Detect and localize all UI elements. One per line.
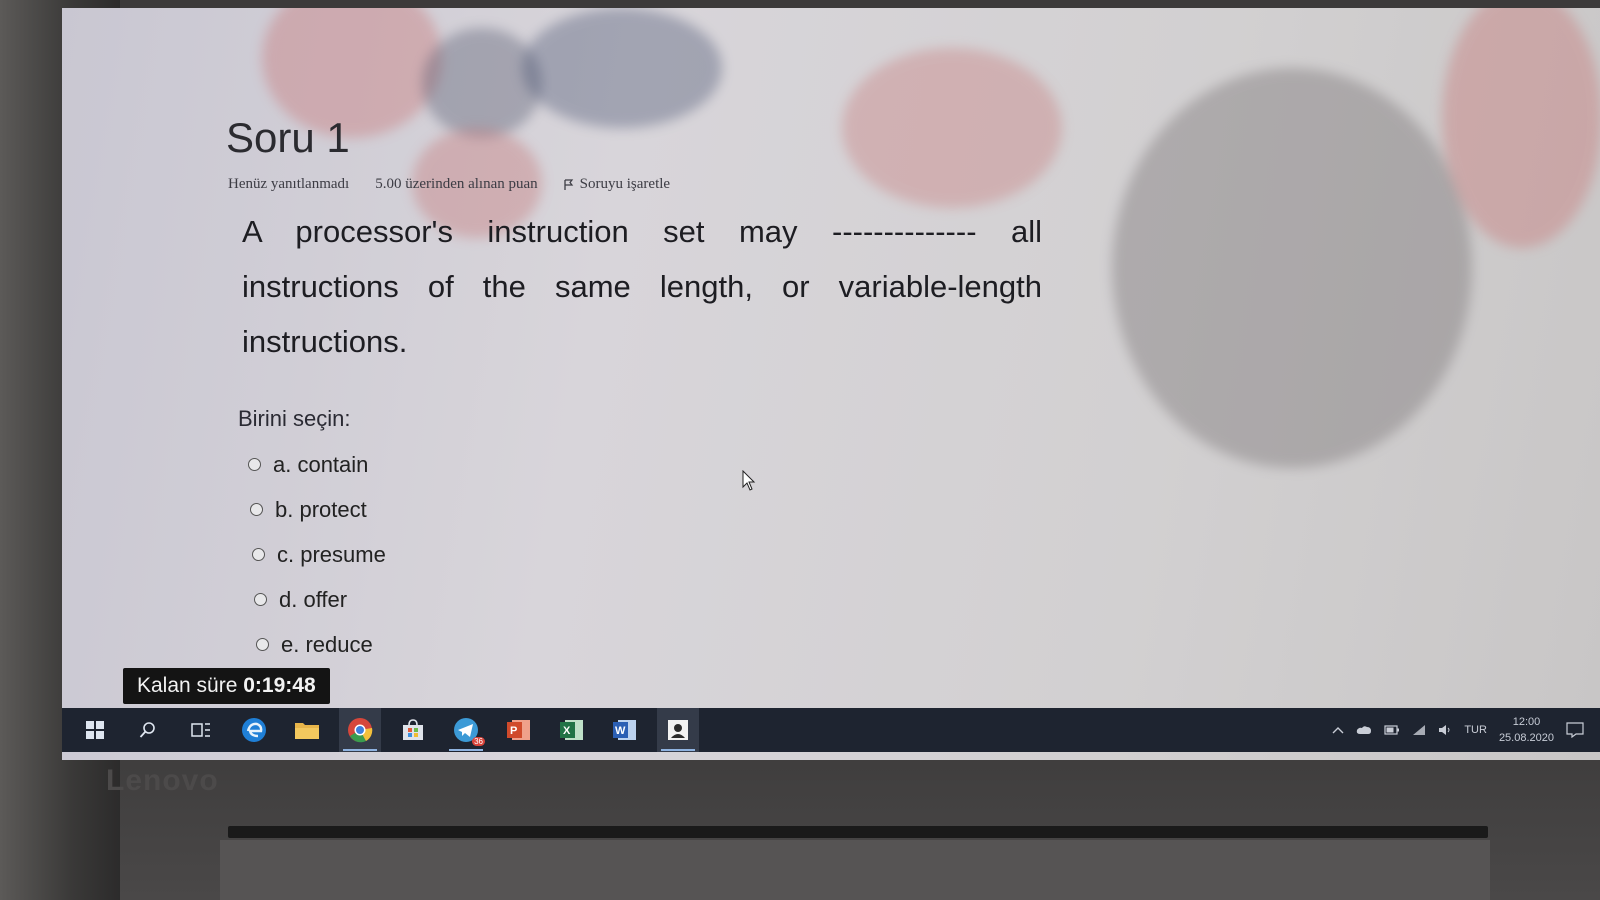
answer-options: a. contain b. protect c. presume d. offe…	[248, 442, 386, 667]
option-b-radio[interactable]	[250, 503, 263, 516]
task-view-icon	[191, 723, 210, 737]
contacts-app-button[interactable]	[657, 708, 699, 752]
flag-question-label: Soruyu işaretle	[579, 176, 671, 192]
svg-text:W: W	[615, 725, 626, 737]
store-button[interactable]	[392, 708, 434, 752]
screen: Soru 1 Henüz yanıtlanmadı 5.00 üzerinden…	[62, 8, 1600, 760]
edge-icon	[242, 718, 266, 742]
flag-question-link[interactable]: Soruyu işaretle	[564, 176, 670, 193]
option-a[interactable]: a. contain	[248, 442, 386, 487]
excel-button[interactable]: X	[551, 708, 593, 752]
file-explorer-button[interactable]	[286, 708, 328, 752]
option-c-label: c. presume	[277, 541, 386, 567]
volume-icon[interactable]	[1438, 724, 1452, 736]
flag-icon	[564, 178, 573, 190]
option-d[interactable]: d. offer	[254, 577, 386, 622]
chevron-up-icon[interactable]	[1332, 726, 1344, 734]
word-button[interactable]: W	[604, 708, 646, 752]
telegram-button[interactable]: 36	[445, 708, 487, 752]
option-c-radio[interactable]	[252, 548, 265, 561]
battery-icon[interactable]	[1384, 725, 1400, 735]
chrome-icon	[348, 718, 373, 743]
remaining-time: Kalan süre 0:19:48	[123, 668, 330, 704]
wifi-icon[interactable]	[1412, 724, 1426, 736]
excel-icon: X	[560, 720, 583, 740]
question-info: Henüz yanıtlanmadı 5.00 üzerinden alınan…	[228, 176, 670, 193]
option-d-label: d. offer	[279, 586, 348, 612]
svg-text:X: X	[563, 725, 571, 737]
answer-status: Henüz yanıtlanmadı	[228, 176, 350, 192]
option-a-radio[interactable]	[248, 458, 261, 471]
option-c[interactable]: c. presume	[252, 532, 386, 577]
timer-label: Kalan süre	[137, 674, 238, 697]
svg-text:P: P	[510, 725, 517, 737]
clock-date: 25.08.2020	[1498, 732, 1554, 744]
option-b[interactable]: b. protect	[250, 487, 386, 532]
timer-value: 0:19:48	[243, 674, 316, 697]
word-icon: W	[613, 720, 636, 740]
quiz-question: Soru 1 Henüz yanıtlanmadı 5.00 üzerinden…	[62, 8, 1600, 704]
clock-time: 12:00	[1512, 716, 1541, 728]
telegram-badge: 36	[472, 737, 485, 746]
edge-button[interactable]	[233, 708, 275, 752]
laptop-hinge	[228, 826, 1488, 838]
contacts-app-icon	[668, 720, 688, 740]
start-button[interactable]	[74, 708, 116, 752]
system-tray: TUR 12:00 25.08.2020	[1332, 708, 1584, 752]
option-b-label: b. protect	[275, 496, 367, 522]
laptop-base	[220, 840, 1490, 900]
notification-center-icon[interactable]	[1566, 722, 1584, 738]
powerpoint-icon: P	[507, 720, 530, 740]
search-button[interactable]	[127, 708, 169, 752]
option-d-radio[interactable]	[254, 593, 267, 606]
folder-icon	[295, 723, 319, 739]
question-points: 5.00 üzerinden alınan puan	[375, 176, 538, 192]
option-e-label: e. reduce	[281, 631, 373, 657]
windows-taskbar: 36 P X W TUR 12:00 25.08.2020	[62, 708, 1600, 752]
clock[interactable]: 12:00 25.08.2020	[1499, 714, 1554, 746]
store-icon	[403, 719, 423, 740]
search-icon	[139, 722, 155, 738]
keyboard-language[interactable]: TUR	[1464, 724, 1487, 736]
cloud-icon[interactable]	[1356, 725, 1372, 735]
question-title: Soru 1	[226, 114, 350, 161]
powerpoint-button[interactable]: P	[498, 708, 540, 752]
question-text: A processor's instruction set may ------…	[242, 214, 1042, 359]
option-e[interactable]: e. reduce	[256, 622, 386, 667]
windows-start-icon	[86, 721, 104, 739]
option-e-radio[interactable]	[256, 638, 269, 651]
answer-prompt: Birini seçin:	[238, 406, 351, 431]
chrome-button[interactable]	[339, 708, 381, 752]
task-view-button[interactable]	[180, 708, 222, 752]
lenovo-logo: Lenovo	[106, 764, 219, 797]
mouse-cursor-icon	[742, 470, 756, 491]
option-a-label: a. contain	[273, 451, 369, 477]
